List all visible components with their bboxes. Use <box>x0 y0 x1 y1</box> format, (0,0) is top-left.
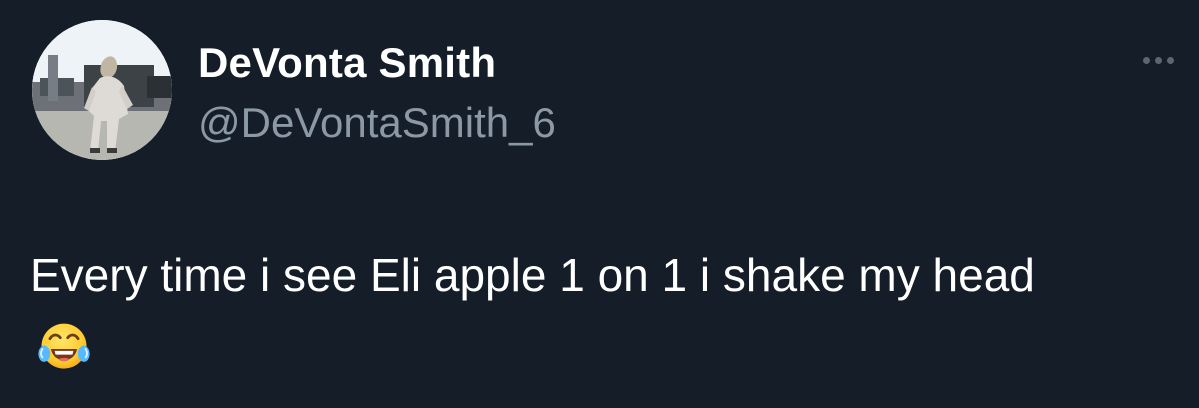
tweet-text: Every time i see Eli apple 1 on 1 i shak… <box>30 249 1035 301</box>
more-dot <box>1142 56 1150 64</box>
face-with-tears-of-joy-icon <box>34 318 94 378</box>
more-options-icon[interactable] <box>1135 48 1181 72</box>
more-dot <box>1154 56 1162 64</box>
avatar-photo <box>32 20 172 160</box>
author-display-name[interactable]: DeVonta Smith <box>198 38 496 88</box>
more-dot <box>1166 56 1174 64</box>
avatar[interactable] <box>32 20 172 160</box>
author-handle[interactable]: @DeVontaSmith_6 <box>198 98 556 148</box>
tweet-card: DeVonta Smith @DeVontaSmith_6 Every time… <box>0 0 1199 408</box>
